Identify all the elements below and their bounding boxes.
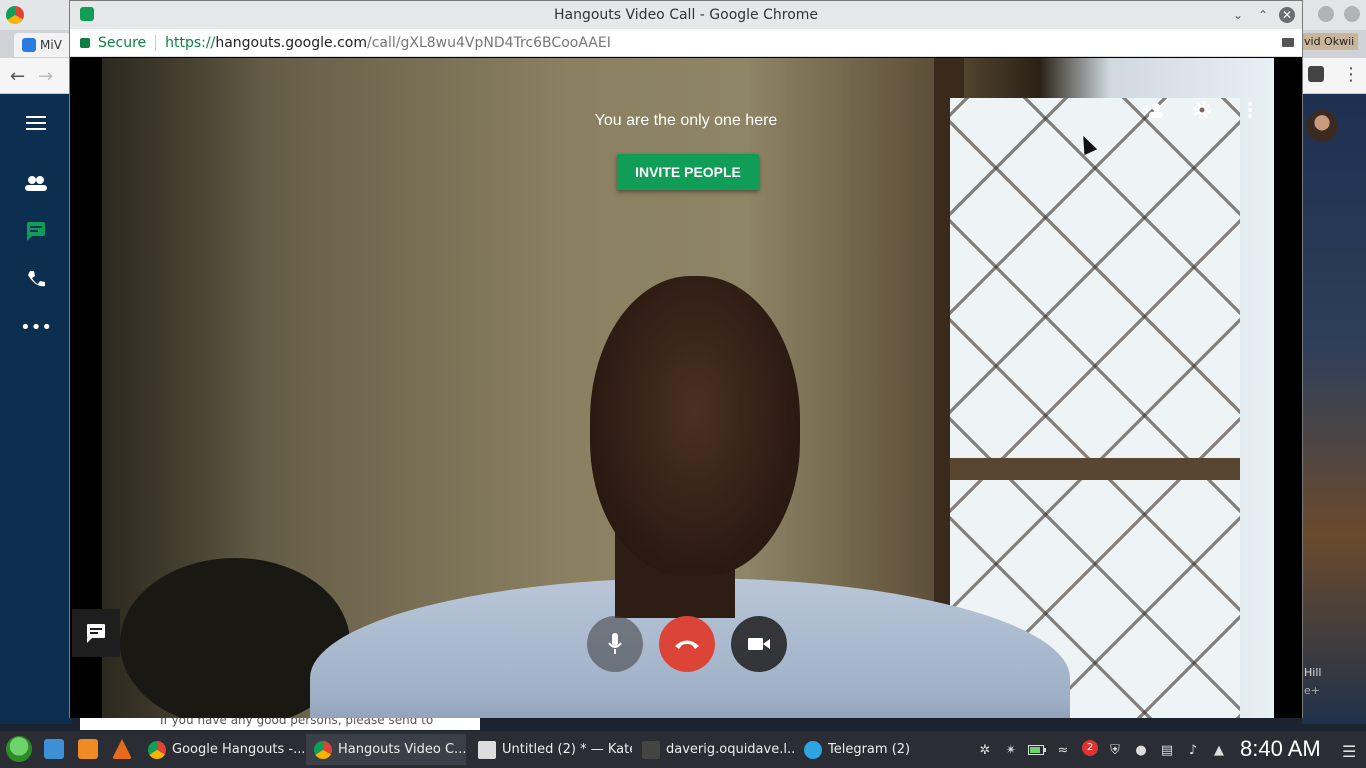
expand-tray-icon[interactable]: ▲ bbox=[1210, 741, 1228, 759]
chrome-icon bbox=[148, 740, 166, 759]
video-feed: You are the only one here INVITE PEOPLE bbox=[70, 58, 1302, 718]
network-icon[interactable]: ● bbox=[1132, 741, 1150, 759]
background-tab-label: MiV bbox=[40, 38, 62, 52]
taskbar-item-label: Untitled (2) * — Kate bbox=[502, 742, 632, 757]
terminal-icon bbox=[642, 740, 660, 759]
chrome-menu-icon[interactable]: ⋮ bbox=[1342, 64, 1360, 85]
invite-people-button[interactable]: INVITE PEOPLE bbox=[617, 154, 759, 190]
taskbar-item-telegram[interactable]: Telegram (2) bbox=[796, 734, 946, 765]
wifi-icon bbox=[22, 38, 36, 52]
hamburger-menu-icon[interactable] bbox=[22, 109, 50, 137]
lock-icon bbox=[80, 37, 90, 48]
more-icon[interactable]: ••• bbox=[20, 313, 52, 341]
sublime-icon[interactable] bbox=[78, 739, 98, 759]
forward-icon[interactable]: → bbox=[38, 66, 53, 87]
chrome-icon bbox=[314, 740, 332, 759]
bluetooth-device-icon[interactable]: ✴ bbox=[1002, 741, 1020, 759]
phone-icon[interactable] bbox=[22, 265, 50, 293]
url-host: hangouts.google.com bbox=[215, 34, 367, 51]
video-camera-icon bbox=[748, 638, 770, 650]
call-status-text: You are the only one here bbox=[594, 112, 778, 129]
end-call-button[interactable] bbox=[659, 616, 715, 672]
divider bbox=[155, 34, 157, 51]
secure-label: Secure bbox=[98, 34, 147, 51]
url-scheme: https:// bbox=[165, 34, 216, 51]
contacts-icon[interactable] bbox=[22, 169, 50, 197]
document-icon bbox=[478, 740, 496, 759]
shield-icon[interactable]: ⛨ bbox=[1106, 741, 1124, 759]
settings-gear-icon[interactable] bbox=[1190, 98, 1214, 122]
camera-button[interactable] bbox=[731, 616, 787, 672]
chat-toggle-button[interactable] bbox=[72, 609, 120, 657]
hangouts-app-icon bbox=[80, 7, 94, 21]
window-title: Hangouts Video Call - Google Chrome bbox=[553, 7, 819, 23]
background-tab[interactable]: MiV bbox=[14, 33, 70, 57]
taskbar-item-kate[interactable]: Untitled (2) * — Kate bbox=[470, 734, 632, 765]
background-window-control-icon[interactable] bbox=[1318, 6, 1334, 22]
app-launcher-icon[interactable] bbox=[6, 736, 32, 762]
clock[interactable]: 8:40 AM bbox=[1240, 736, 1321, 762]
person-head bbox=[590, 276, 800, 576]
address-bar[interactable]: Secure https:// hangouts.google.com /cal… bbox=[70, 29, 1302, 57]
message-preview: If you have any good persons, please sen… bbox=[80, 716, 480, 730]
chrome-icon[interactable] bbox=[6, 6, 24, 24]
background-right-strip bbox=[1302, 94, 1366, 724]
taskbar-item-google-hangouts[interactable]: Google Hangouts -... bbox=[140, 734, 304, 765]
background-side-text: Hill bbox=[1304, 666, 1322, 679]
microphone-button[interactable] bbox=[587, 616, 643, 672]
file-manager-icon[interactable] bbox=[44, 739, 64, 759]
taskbar-item-hangouts-video[interactable]: Hangouts Video C... bbox=[306, 734, 466, 765]
more-options-icon[interactable] bbox=[1238, 98, 1262, 122]
maximize-icon[interactable]: ⌃ bbox=[1255, 7, 1271, 23]
add-person-icon[interactable] bbox=[1142, 98, 1166, 122]
taskbar-item-label: Hangouts Video C... bbox=[338, 742, 466, 757]
taskbar-item-label: Google Hangouts -... bbox=[172, 742, 304, 757]
background-close-icon[interactable] bbox=[1344, 6, 1360, 22]
volume-icon[interactable]: ♪ bbox=[1184, 741, 1202, 759]
taskbar-item-label: daverig.oquidave.l... bbox=[666, 742, 794, 757]
hang-up-icon bbox=[675, 640, 699, 649]
url-path: /call/gXL8wu4VpND4Trc6BCooAAEI bbox=[366, 34, 611, 51]
window-bar bbox=[950, 458, 1240, 480]
battery-icon[interactable] bbox=[1028, 741, 1046, 759]
popup-titlebar: Hangouts Video Call - Google Chrome ⌄ ⌃ … bbox=[70, 1, 1302, 29]
menu-icon[interactable]: ☰ bbox=[1342, 742, 1356, 761]
minimize-icon[interactable]: ⌄ bbox=[1230, 7, 1246, 23]
avatar[interactable] bbox=[1306, 110, 1338, 142]
clipboard-icon[interactable]: ▤ bbox=[1158, 741, 1176, 759]
close-icon[interactable]: ✕ bbox=[1279, 7, 1295, 23]
background-side-text-2: e+ bbox=[1304, 684, 1320, 697]
microphone-icon bbox=[608, 633, 622, 654]
notification-badge[interactable]: 2 bbox=[1082, 740, 1098, 756]
back-icon[interactable]: ← bbox=[10, 66, 25, 87]
conversations-icon[interactable] bbox=[22, 217, 50, 245]
hangouts-sidebar: ••• bbox=[0, 94, 72, 724]
hangouts-call-window: Hangouts Video Call - Google Chrome ⌄ ⌃ … bbox=[69, 0, 1303, 718]
camera-in-use-icon[interactable] bbox=[1282, 38, 1294, 47]
bluetooth-icon[interactable]: ✲ bbox=[976, 741, 994, 759]
chat-icon bbox=[87, 624, 105, 643]
telegram-icon bbox=[804, 740, 822, 759]
profile-name[interactable]: vid Okwii bbox=[1300, 33, 1359, 50]
taskbar-item-label: Telegram (2) bbox=[828, 742, 911, 757]
wifi-icon[interactable]: ≈ bbox=[1054, 741, 1072, 759]
pocket-icon[interactable] bbox=[1308, 66, 1324, 82]
taskbar-item-terminal[interactable]: daverig.oquidave.l... bbox=[634, 734, 794, 765]
